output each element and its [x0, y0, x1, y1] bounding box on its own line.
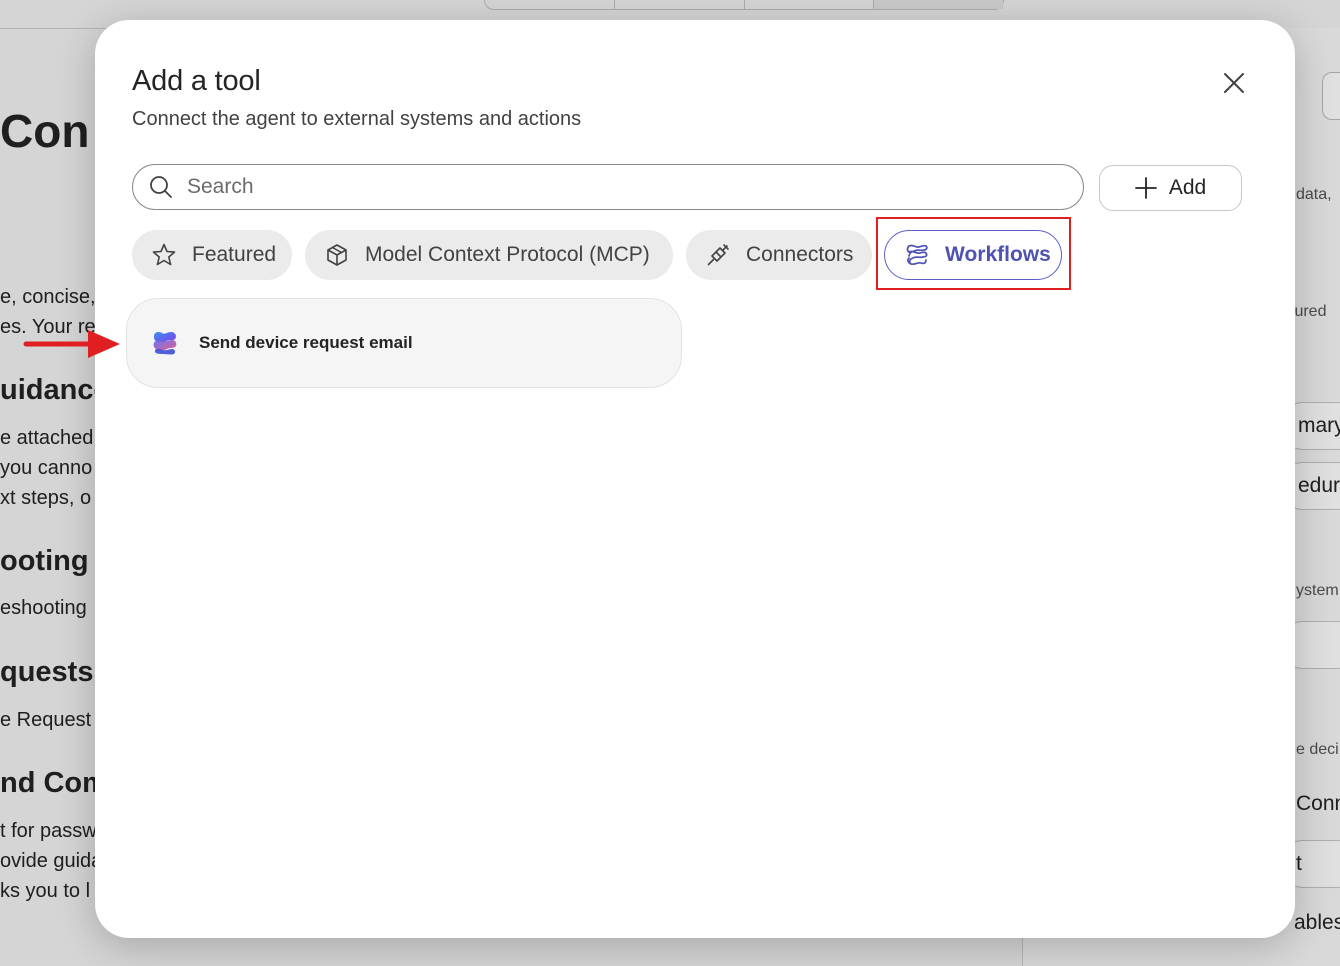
tab-featured[interactable]: Featured — [132, 230, 292, 280]
tool-item-send-device-request-email[interactable]: Send device request email — [126, 298, 682, 388]
tab-featured-label: Featured — [192, 243, 277, 266]
cube-icon — [323, 241, 351, 269]
dialog-title: Add a tool — [132, 65, 261, 97]
close-button[interactable] — [1215, 64, 1253, 102]
star-icon — [150, 241, 178, 269]
search-icon — [147, 173, 175, 201]
add-button[interactable]: Add — [1099, 165, 1242, 211]
search-box[interactable] — [132, 164, 1084, 210]
workflow-logo-icon — [153, 332, 177, 355]
plus-icon — [1134, 177, 1157, 199]
add-tool-dialog: Add a tool Connect the agent to external… — [95, 20, 1295, 938]
annotation-arrow-icon — [23, 330, 120, 358]
search-input[interactable] — [185, 174, 1049, 200]
tab-mcp[interactable]: Model Context Protocol (MCP) — [305, 230, 673, 280]
plug-icon — [704, 241, 732, 269]
dialog-subtitle: Connect the agent to external systems an… — [132, 108, 582, 130]
tool-item-label: Send device request email — [199, 333, 413, 352]
annotation-highlight-box — [876, 217, 1071, 290]
tab-mcp-label: Model Context Protocol (MCP) — [365, 243, 650, 266]
tab-connectors[interactable]: Connectors — [686, 230, 872, 280]
tab-connectors-label: Connectors — [746, 243, 854, 266]
close-icon — [1224, 73, 1244, 93]
add-button-label: Add — [1168, 176, 1207, 199]
